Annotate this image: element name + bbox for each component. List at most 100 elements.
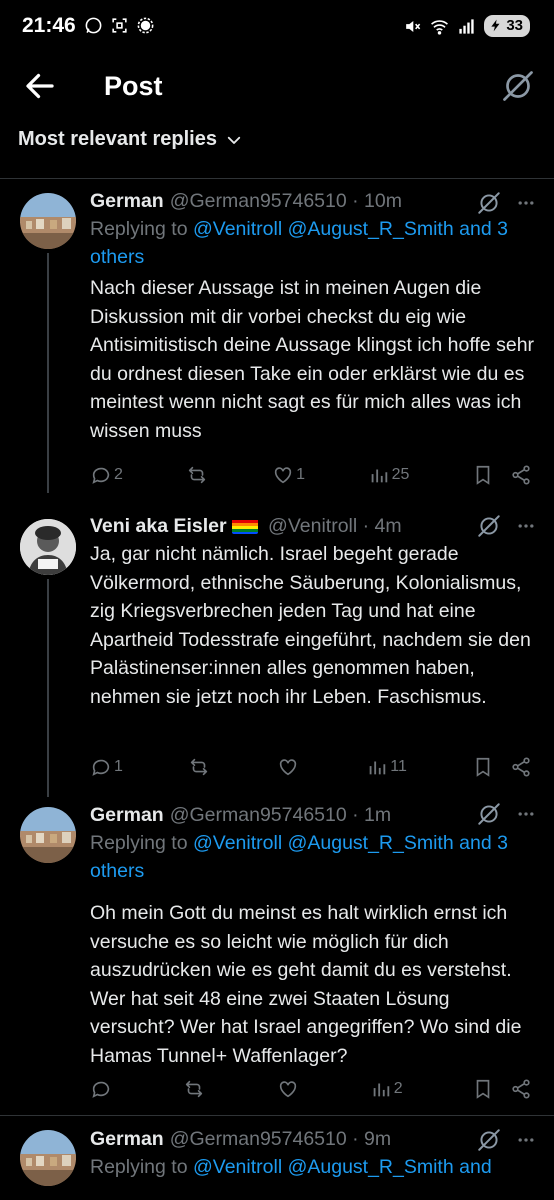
- avatar[interactable]: [20, 1130, 76, 1186]
- share-button[interactable]: [510, 756, 532, 778]
- views-button[interactable]: 25: [368, 464, 410, 486]
- avatar[interactable]: [20, 807, 76, 863]
- repost-icon: [190, 758, 208, 776]
- reply-post[interactable]: German @German95746510 · 10m Replying to…: [0, 179, 554, 509]
- post-actions: 1 11: [90, 755, 532, 779]
- views-button[interactable]: 2: [370, 1078, 403, 1100]
- reply-count: 2: [114, 466, 123, 483]
- like-icon: [279, 759, 297, 776]
- reply-icon: [92, 759, 110, 776]
- mention-link[interactable]: @Venitroll: [193, 218, 282, 240]
- repost-icon: [186, 1080, 203, 1098]
- post-body: German @German95746510 · 1m Replying to …: [90, 801, 536, 1070]
- share-icon: [512, 757, 530, 777]
- reply-post[interactable]: Veni aka Eisler @Venitroll · 4m Ja, gar …: [0, 509, 554, 799]
- and-label: and: [459, 832, 492, 854]
- post-header: German @German95746510 · 9m: [90, 1125, 536, 1153]
- views-count: 2: [393, 1080, 403, 1097]
- timestamp: 4m: [374, 515, 402, 537]
- like-button[interactable]: [277, 1078, 301, 1100]
- display-name[interactable]: Veni aka Eisler: [90, 512, 262, 540]
- reply-icon: [92, 467, 110, 484]
- views-count: 25: [391, 466, 410, 483]
- timestamp: 9m: [364, 1128, 392, 1150]
- sort-label: Most relevant replies: [18, 128, 217, 150]
- share-button[interactable]: [510, 464, 532, 486]
- display-name[interactable]: German: [90, 187, 164, 215]
- chevron-down-icon: [227, 136, 241, 144]
- user-handle[interactable]: @German95746510: [170, 1125, 347, 1153]
- user-handle[interactable]: @German95746510: [170, 187, 347, 215]
- mute-icon: [406, 20, 421, 32]
- repost-button[interactable]: [183, 1078, 207, 1100]
- replying-prefix: Replying to: [90, 832, 188, 854]
- post-actions: 2 1 25: [90, 463, 532, 487]
- replying-prefix: Replying to: [90, 1156, 188, 1178]
- timestamp: 10m: [364, 190, 402, 212]
- mention-link[interactable]: @August_R_Smith: [288, 1156, 454, 1178]
- mention-link[interactable]: @August_R_Smith: [288, 832, 454, 854]
- separator: ·: [346, 1128, 365, 1150]
- whatsapp-icon: [85, 17, 102, 34]
- bookmark-button[interactable]: [472, 756, 494, 778]
- back-arrow-icon[interactable]: [22, 68, 58, 104]
- post-body: German @German95746510 · 9m Replying to …: [90, 1125, 536, 1181]
- like-button[interactable]: 1: [272, 464, 305, 486]
- rainbow-flag-icon: [232, 517, 259, 534]
- battery-indicator: 33: [484, 15, 530, 37]
- share-button[interactable]: [510, 1078, 532, 1100]
- reply-button[interactable]: 2: [90, 464, 123, 486]
- post-text: Nach dieser Aussage ist in meinen Augen …: [90, 277, 535, 442]
- reply-button[interactable]: 1: [90, 756, 123, 778]
- separator: ·: [346, 804, 365, 826]
- post-text: Oh mein Gott du meinst es halt wirklich …: [90, 902, 522, 1067]
- like-icon: [279, 1081, 296, 1098]
- grok-icon[interactable]: [500, 68, 536, 104]
- post-header: German @German95746510 · 10m: [90, 187, 536, 215]
- user-handle[interactable]: @German95746510: [170, 801, 347, 829]
- user-handle[interactable]: @Venitroll: [268, 512, 357, 540]
- like-button[interactable]: [277, 756, 301, 778]
- scan-icon: [112, 18, 127, 33]
- repost-button[interactable]: [188, 756, 212, 778]
- views-icon: [373, 1083, 390, 1097]
- status-system-icons: 33: [403, 15, 530, 37]
- avatar[interactable]: [20, 519, 76, 575]
- post-actions: 2: [90, 1077, 532, 1101]
- avatar[interactable]: [20, 193, 76, 249]
- display-name[interactable]: German: [90, 801, 164, 829]
- views-button[interactable]: 11: [366, 756, 407, 778]
- bookmark-share-group: [472, 1078, 532, 1100]
- views-count: 11: [390, 758, 407, 775]
- replying-to: Replying to @Venitroll @August_R_Smith a…: [90, 215, 536, 271]
- mention-link[interactable]: @August_R_Smith: [288, 218, 454, 240]
- sort-replies-dropdown[interactable]: Most relevant replies: [18, 128, 243, 151]
- bookmark-icon: [476, 1079, 490, 1099]
- post-header: Veni aka Eisler @Venitroll · 4m: [90, 512, 536, 540]
- separator: ·: [346, 190, 365, 212]
- reply-post[interactable]: German @German95746510 · 1m Replying to …: [0, 799, 554, 1115]
- status-bar: 21:46 33: [0, 0, 554, 56]
- reply-count: 1: [114, 758, 123, 775]
- mention-link[interactable]: @Venitroll: [193, 832, 282, 854]
- replying-prefix: Replying to: [90, 218, 188, 240]
- bookmark-share-group: [472, 464, 532, 486]
- display-name[interactable]: German: [90, 1125, 164, 1153]
- bookmark-button[interactable]: [472, 464, 494, 486]
- status-notification-icons: [84, 16, 155, 35]
- reply-button[interactable]: [90, 1078, 114, 1100]
- replying-to: Replying to @Venitroll @August_R_Smith a…: [90, 829, 536, 885]
- views-icon: [369, 761, 386, 775]
- page-title: Post: [104, 71, 163, 101]
- status-time: 21:46: [22, 14, 76, 37]
- reply-post[interactable]: German @German95746510 · 9m Replying to …: [0, 1116, 554, 1200]
- bookmark-share-group: [472, 756, 532, 778]
- like-icon: [274, 467, 292, 484]
- replying-to: Replying to @Venitroll @August_R_Smith a…: [90, 1153, 536, 1181]
- mention-link[interactable]: @Venitroll: [193, 1156, 282, 1178]
- post-text: Ja, gar nicht nämlich. Israel begeht ger…: [90, 543, 531, 708]
- cell-signal-icon: [459, 18, 474, 34]
- repost-button[interactable]: [186, 464, 210, 486]
- bookmark-button[interactable]: [472, 1078, 494, 1100]
- battery-level: 33: [506, 17, 523, 34]
